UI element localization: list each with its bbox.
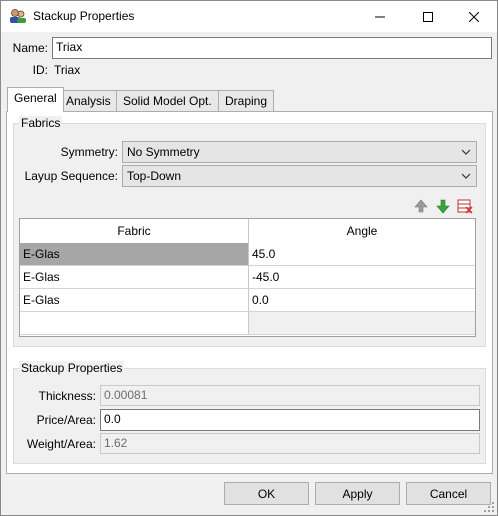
- minimize-button[interactable]: [357, 1, 403, 32]
- symmetry-label: Symmetry:: [60, 145, 118, 159]
- table-row[interactable]: E-Glas -45.0: [20, 266, 475, 289]
- title-bar: Stackup Properties: [1, 1, 497, 32]
- name-input[interactable]: Triax: [52, 37, 492, 59]
- close-button[interactable]: [451, 1, 497, 32]
- stackup-properties-dialog: Stackup Properties Name: Triax ID: Triax…: [0, 0, 498, 516]
- fabrics-group-title: Fabrics: [19, 116, 63, 130]
- id-label: ID:: [32, 63, 48, 77]
- new-row[interactable]: [20, 312, 475, 335]
- tab-analysis[interactable]: Analysis: [59, 90, 118, 112]
- thickness-label: Thickness:: [38, 389, 96, 403]
- name-label: Name:: [12, 41, 48, 55]
- weight-area-label: Weight/Area:: [26, 437, 96, 451]
- apply-button[interactable]: Apply: [315, 482, 400, 505]
- angle-cell[interactable]: 0.0: [249, 289, 475, 311]
- app-icon: [10, 9, 26, 23]
- layup-sequence-dropdown[interactable]: Top-Down: [122, 165, 477, 187]
- angle-cell[interactable]: -45.0: [249, 266, 475, 288]
- table-row[interactable]: E-Glas 45.0: [20, 243, 475, 266]
- new-fabric-cell[interactable]: [20, 312, 249, 334]
- tab-general[interactable]: General: [7, 87, 64, 112]
- close-icon: [469, 11, 479, 22]
- chevron-down-icon: [461, 149, 471, 155]
- price-area-input[interactable]: 0.0: [100, 409, 480, 431]
- fabric-cell[interactable]: E-Glas: [20, 289, 249, 311]
- column-header-angle[interactable]: Angle: [249, 219, 475, 243]
- layup-sequence-value: Top-Down: [127, 169, 182, 183]
- column-header-fabric[interactable]: Fabric: [20, 219, 249, 243]
- window-title: Stackup Properties: [33, 9, 135, 23]
- maximize-button[interactable]: [405, 1, 451, 32]
- stackup-properties-group-title: Stackup Properties: [19, 361, 125, 375]
- table-row[interactable]: E-Glas 0.0: [20, 289, 475, 312]
- minimize-icon: [375, 16, 385, 17]
- chevron-down-icon: [461, 173, 471, 179]
- fabric-cell[interactable]: E-Glas: [20, 266, 249, 288]
- maximize-icon: [423, 11, 433, 22]
- fabrics-table: Fabric Angle E-Glas 45.0 E-Glas -45.0 E-…: [19, 218, 476, 337]
- delete-row-icon[interactable]: [457, 198, 473, 214]
- ok-button[interactable]: OK: [224, 482, 309, 505]
- id-value: Triax: [54, 63, 81, 77]
- resize-grip-icon[interactable]: [483, 501, 495, 513]
- angle-cell[interactable]: 45.0: [249, 243, 475, 265]
- price-area-label: Price/Area:: [36, 413, 96, 427]
- new-angle-cell[interactable]: [249, 312, 475, 334]
- move-up-icon[interactable]: [413, 198, 429, 214]
- tab-draping[interactable]: Draping: [218, 90, 275, 112]
- weight-area-field: 1.62: [100, 433, 480, 454]
- tab-solid-model-opt[interactable]: Solid Model Opt.: [116, 90, 219, 112]
- layup-sequence-label: Layup Sequence:: [24, 169, 118, 183]
- cancel-button[interactable]: Cancel: [406, 482, 491, 505]
- symmetry-value: No Symmetry: [127, 145, 200, 159]
- fabric-cell[interactable]: E-Glas: [20, 243, 249, 265]
- table-header: Fabric Angle: [20, 219, 475, 243]
- thickness-field: 0.00081: [100, 385, 480, 406]
- symmetry-dropdown[interactable]: No Symmetry: [122, 141, 477, 163]
- move-down-icon[interactable]: [435, 198, 451, 214]
